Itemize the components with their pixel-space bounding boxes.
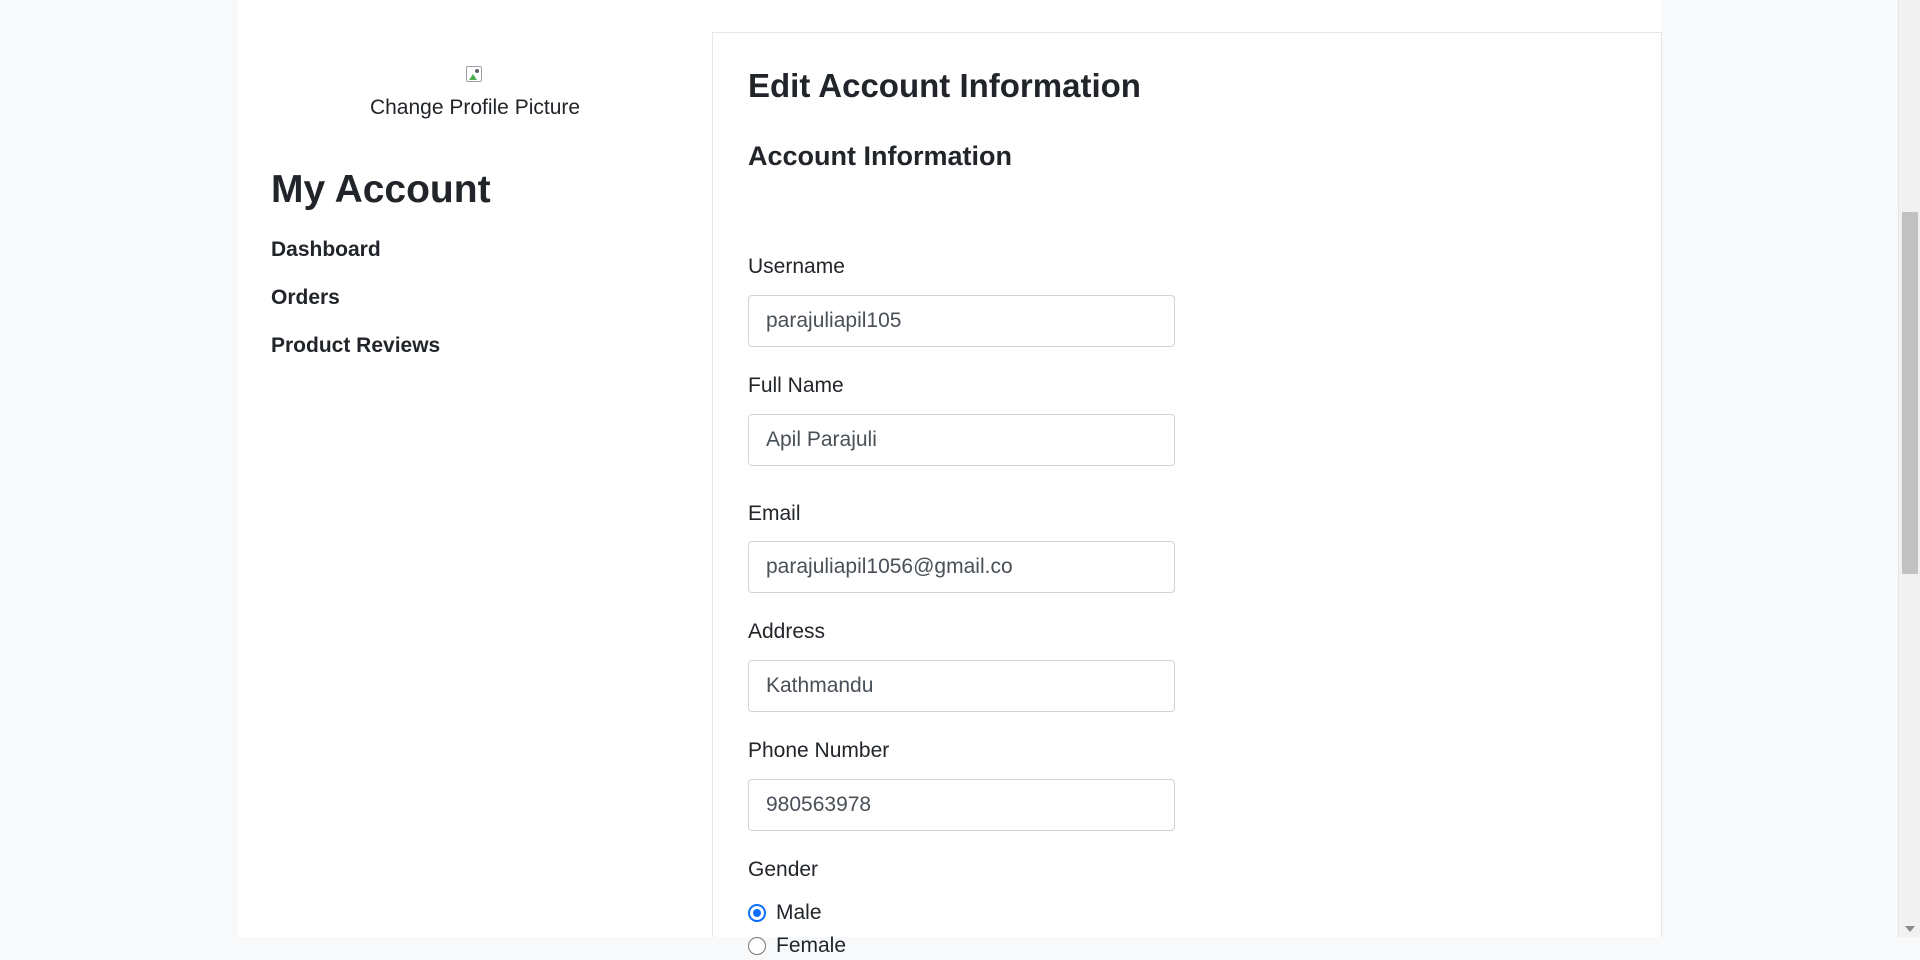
broken-image-icon[interactable]: [465, 64, 485, 86]
gender-label: Gender: [748, 858, 819, 881]
sidebar-item-orders[interactable]: Orders: [271, 284, 440, 332]
full-name-label: Full Name: [748, 374, 844, 397]
email-field[interactable]: [748, 541, 1175, 593]
change-profile-picture-link[interactable]: Change Profile Picture: [238, 96, 712, 120]
username-field[interactable]: [748, 295, 1175, 347]
edit-account-card: Edit Account Information Account Informa…: [712, 32, 1662, 957]
section-title: Account Information: [748, 141, 1012, 171]
avatar-container: [238, 64, 712, 91]
gender-option-female[interactable]: Female: [748, 932, 846, 960]
email-label: Email: [748, 502, 801, 525]
scrollbar-thumb[interactable]: [1902, 212, 1918, 574]
phone-number-field[interactable]: [748, 779, 1175, 831]
my-account-heading: My Account: [271, 168, 491, 211]
phone-number-label: Phone Number: [748, 739, 890, 762]
page-title: Edit Account Information: [748, 67, 1141, 104]
female-radio[interactable]: [748, 937, 766, 955]
address-field[interactable]: [748, 660, 1175, 712]
full-name-field[interactable]: [748, 414, 1175, 466]
vertical-scrollbar[interactable]: [1898, 0, 1920, 937]
gender-option-male[interactable]: Male: [748, 899, 822, 927]
username-label: Username: [748, 255, 845, 278]
page-container: Change Profile Picture My Account Dashbo…: [238, 0, 1662, 957]
account-sidebar: Change Profile Picture My Account Dashbo…: [238, 0, 712, 937]
address-label: Address: [748, 620, 826, 643]
sidebar-item-dashboard[interactable]: Dashboard: [271, 236, 440, 284]
female-radio-label: Female: [776, 934, 847, 957]
sidebar-item-product-reviews[interactable]: Product Reviews: [271, 332, 440, 380]
male-radio[interactable]: [748, 904, 766, 922]
scroll-down-arrow-icon[interactable]: [1905, 926, 1915, 932]
account-nav: Dashboard Orders Product Reviews: [271, 236, 440, 380]
male-radio-label: Male: [776, 901, 822, 924]
